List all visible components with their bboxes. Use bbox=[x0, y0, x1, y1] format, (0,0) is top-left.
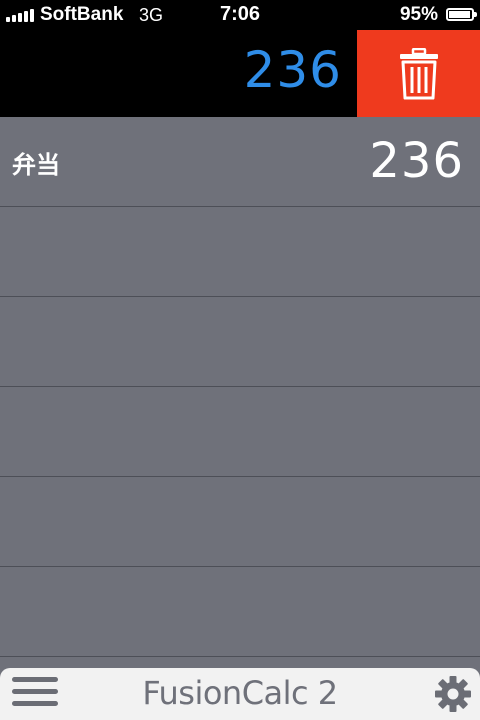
status-bar: SoftBank 3G 7:06 95% bbox=[0, 0, 480, 30]
display-value: 236 bbox=[243, 41, 342, 99]
list-item[interactable] bbox=[0, 207, 480, 297]
battery-icon bbox=[446, 8, 477, 21]
list-item[interactable] bbox=[0, 297, 480, 387]
list-item[interactable] bbox=[0, 387, 480, 477]
gear-icon bbox=[435, 676, 471, 712]
item-label: 弁当 bbox=[12, 151, 60, 179]
delete-button[interactable] bbox=[357, 30, 480, 117]
trash-icon bbox=[399, 47, 438, 99]
list-item[interactable] bbox=[0, 477, 480, 567]
calculator-display: 236 bbox=[0, 30, 480, 117]
app-title: FusionCalc 2 bbox=[142, 674, 338, 712]
app-screen: SoftBank 3G 7:06 95% 236 弁当 236 FusionCa… bbox=[0, 0, 480, 720]
settings-button[interactable] bbox=[434, 675, 472, 713]
battery-percent: 95% bbox=[399, 4, 438, 25]
history-list: 弁当 236 bbox=[0, 117, 480, 657]
list-item[interactable] bbox=[0, 567, 480, 657]
battery-level-fill bbox=[449, 11, 470, 18]
item-value: 236 bbox=[369, 133, 464, 189]
list-item[interactable]: 弁当 236 bbox=[0, 117, 480, 207]
bottom-toolbar: FusionCalc 2 bbox=[0, 668, 480, 720]
